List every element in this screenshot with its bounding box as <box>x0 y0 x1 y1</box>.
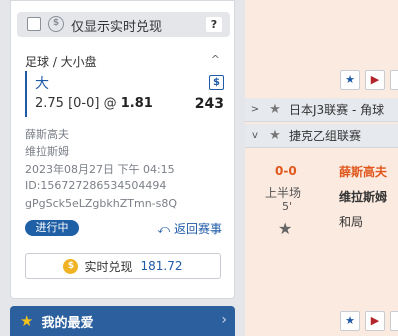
star-icon[interactable]: ★ <box>278 219 292 238</box>
realtime-filter-checkbox[interactable] <box>27 17 41 31</box>
chevron-down-icon[interactable]: v <box>245 130 265 141</box>
realtime-filter-label: 仅显示实时兑现 <box>71 20 163 35</box>
bet-market-title: 足球 / 大小盘 <box>25 55 97 69</box>
match-minute: 5' <box>282 200 293 213</box>
bet-selection-detail: 大 $ 2.75 [0-0] @ 1.81 243 <box>25 71 224 117</box>
star-icon: ★ <box>345 314 355 327</box>
star-icon: ★ <box>20 312 34 330</box>
league-row[interactable]: > ★ 日本J3联赛 - 角球 <box>245 98 398 122</box>
star-icon[interactable]: ★ <box>265 102 285 117</box>
favorite-star-button[interactable]: ★ <box>340 70 360 90</box>
bet-reference: gPgSck5eLZgbkhZTmn-s8Q <box>25 197 178 210</box>
star-icon: ★ <box>345 73 355 86</box>
star-icon[interactable]: ★ <box>265 128 285 143</box>
back-to-event-link[interactable]: ⤺ 返回赛事 <box>157 220 222 237</box>
cashout-label: 实时兑现 <box>84 259 133 274</box>
back-link-label: 返回赛事 <box>173 222 222 236</box>
live-stream-button[interactable]: ▶ <box>365 311 385 331</box>
bet-datetime: 2023年08月27日 下午 04:15 <box>25 163 175 176</box>
realtime-cashout-filter[interactable]: $ 仅显示实时兑现 ? <box>17 12 230 37</box>
live-stream-button[interactable]: ▶ <box>365 70 385 90</box>
bet-away-team: 维拉斯姆 <box>25 145 69 158</box>
league-name: 捷克乙组联赛 <box>289 129 362 143</box>
league-name: 日本J3联赛 - 角球 <box>289 103 385 117</box>
bet-slip-card: $ 仅显示实时兑现 ? 足球 / 大小盘 ^ 大 $ 2.75 [0-0] @ … <box>10 0 235 299</box>
chevron-right-icon: › <box>221 312 227 328</box>
match-period: 上半场 <box>265 186 302 200</box>
league-row[interactable]: v ★ 捷克乙组联赛 <box>245 124 398 148</box>
bet-selection: 大 <box>35 76 49 92</box>
cashout-dollar-icon: $ <box>209 75 224 90</box>
bet-stake: 243 <box>194 96 224 112</box>
bet-handicap: 2.75 [0-0] @ <box>35 96 117 111</box>
match-score: 0-0 <box>275 164 297 178</box>
bet-odds-line: 2.75 [0-0] @ 1.81 <box>35 96 153 111</box>
bet-id: ID:15672728653450449​4 <box>25 179 167 192</box>
event-list: ★ ▶ > ★ 日本J3联赛 - 角球 v ★ 捷克乙组联赛 0-0 上半场 5… <box>245 0 398 336</box>
bet-odds: 1.81 <box>120 96 153 111</box>
coin-icon: $ <box>63 258 79 274</box>
away-team[interactable]: 维拉斯姆 <box>339 188 387 205</box>
chevron-right-icon[interactable]: > <box>245 104 265 115</box>
chevron-up-icon[interactable]: ^ <box>211 53 220 66</box>
draw-option[interactable]: 和局 <box>339 213 363 230</box>
bet-home-team: 薛斯高夫 <box>25 128 69 141</box>
home-team[interactable]: 薛斯高夫 <box>339 163 387 180</box>
favorite-star-button[interactable]: ★ <box>340 311 360 331</box>
stats-button[interactable] <box>390 70 398 90</box>
return-arrow-icon: ⤺ <box>157 222 171 236</box>
status-badge: 进行中 <box>25 220 79 236</box>
stats-button[interactable] <box>390 311 398 331</box>
cashout-amount: 181.72 <box>140 259 183 273</box>
play-icon: ▶ <box>370 73 380 86</box>
help-icon[interactable]: ? <box>206 17 222 32</box>
play-icon: ▶ <box>370 314 380 327</box>
my-favorites-bar[interactable]: ★ 我的最爱 › <box>10 306 235 336</box>
realtime-cashout-button[interactable]: $ 实时兑现 181.72 <box>25 253 221 279</box>
favorites-label: 我的最爱 <box>41 315 94 331</box>
cashout-coin-icon: $ <box>48 16 64 32</box>
